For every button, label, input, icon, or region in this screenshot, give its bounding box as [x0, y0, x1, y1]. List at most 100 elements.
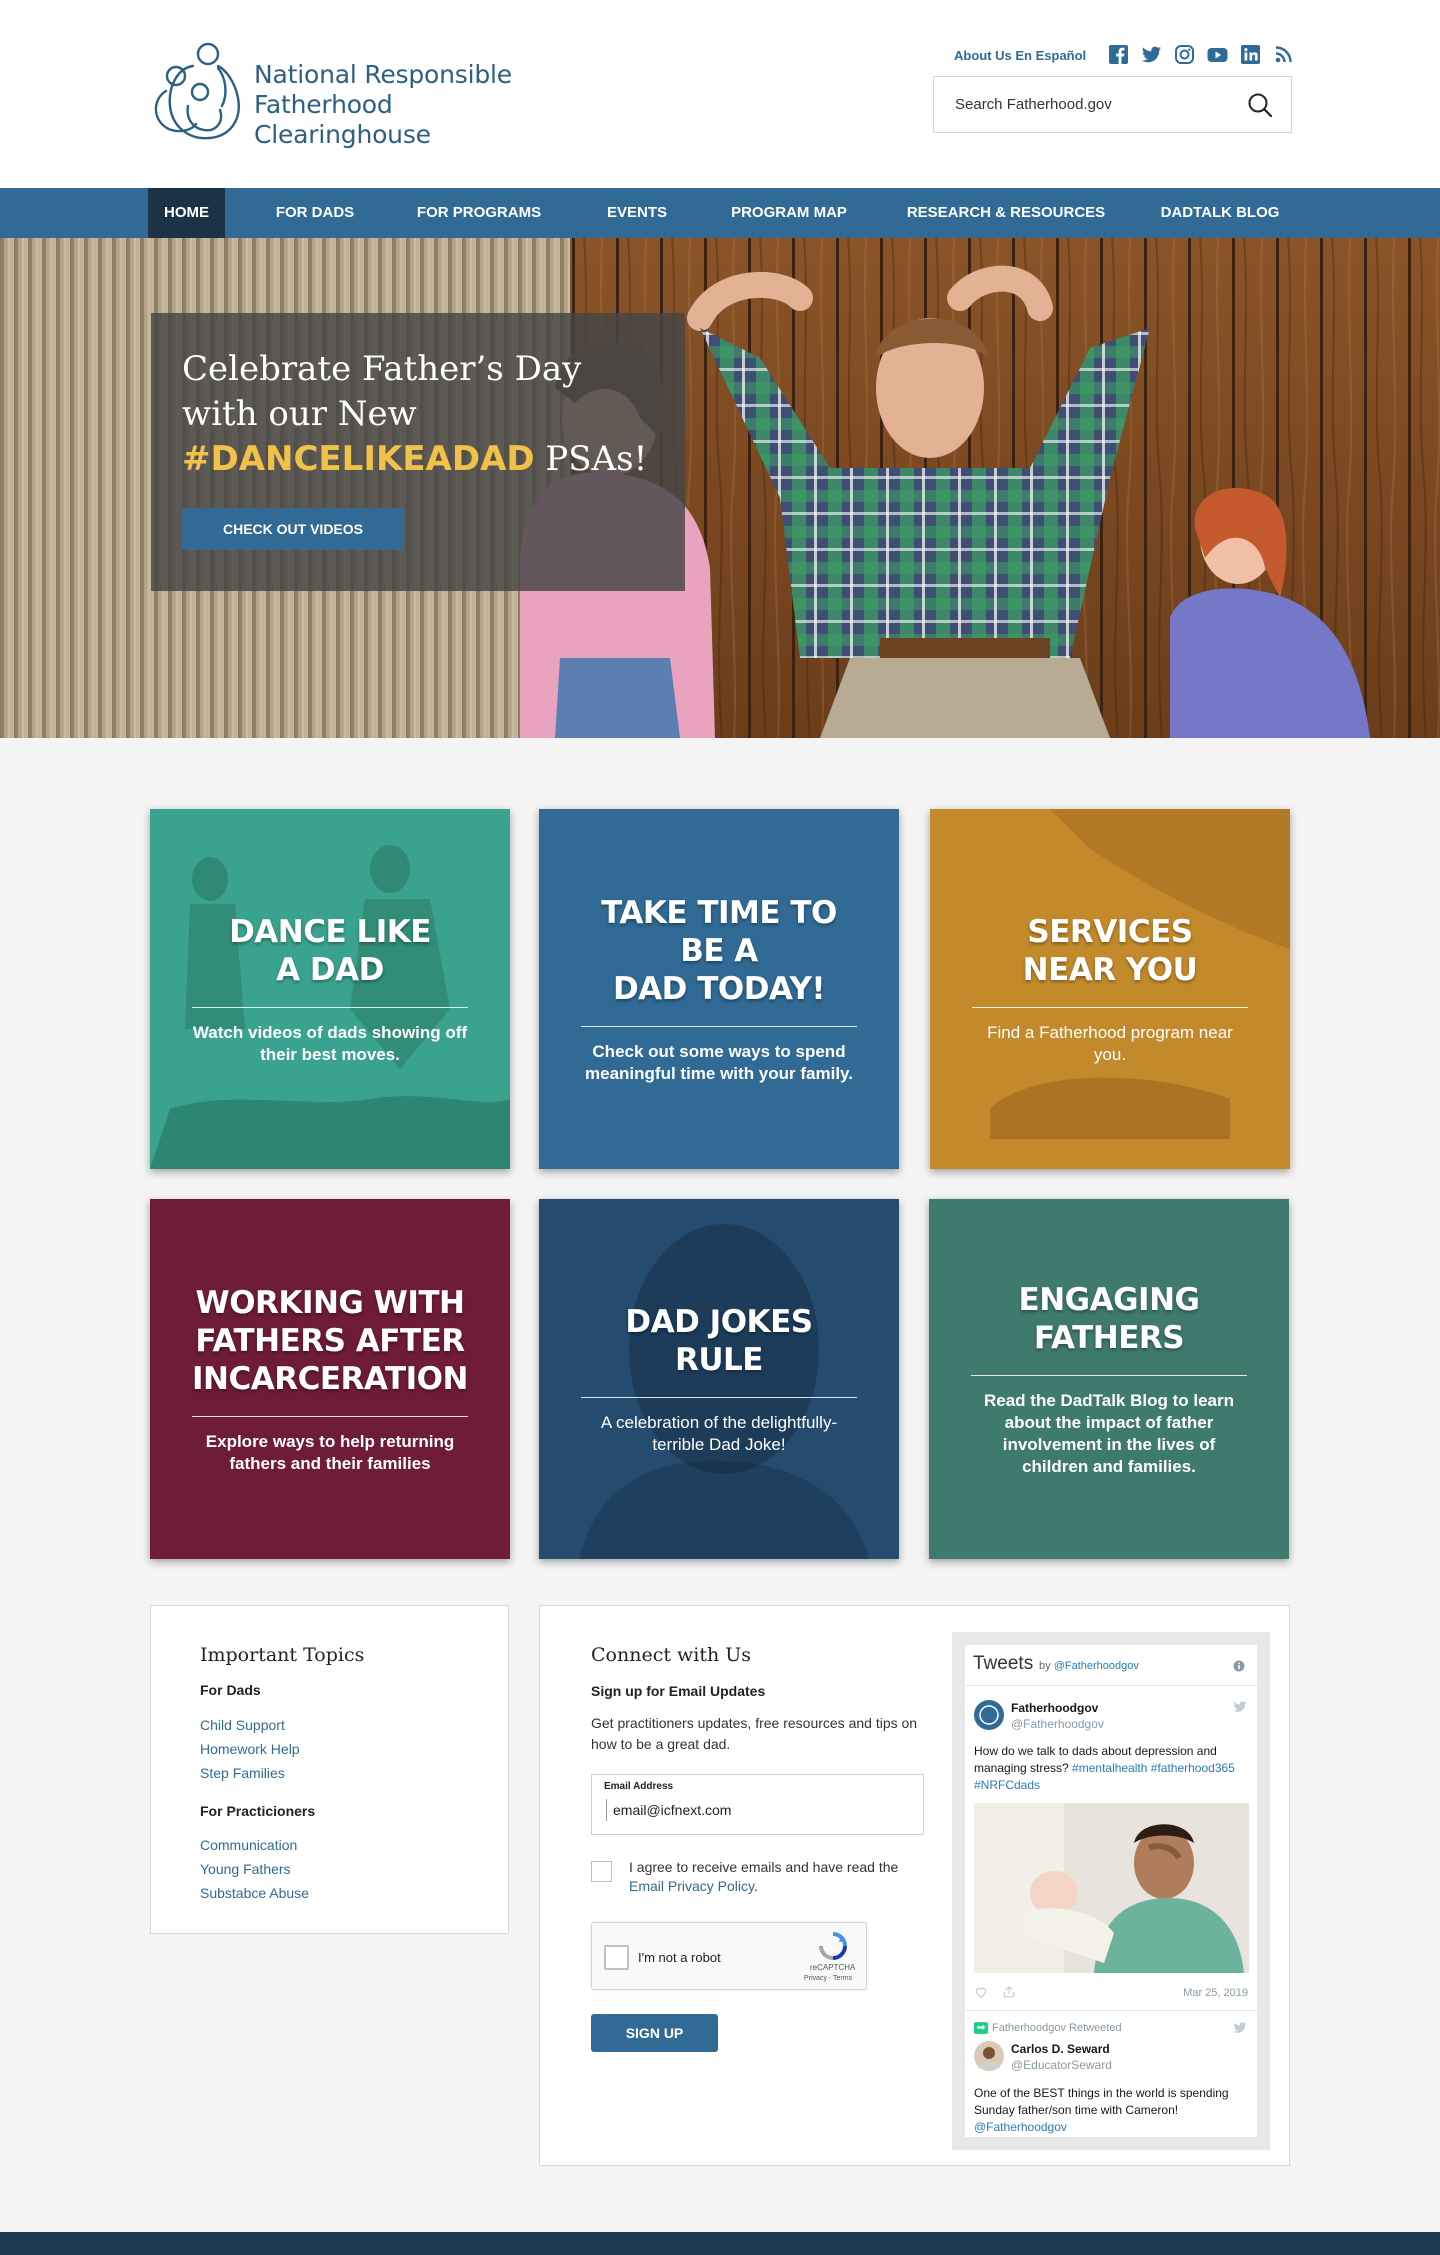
sign-up-button[interactable]: SIGN UP — [591, 2014, 718, 2052]
link-communication[interactable]: Communication — [200, 1833, 309, 1857]
nav-for-dads[interactable]: FOR DADS — [262, 188, 368, 238]
email-field-wrapper: Email Address — [591, 1774, 924, 1835]
tile-text: Explore ways to help returning fathers a… — [205, 1431, 455, 1473]
tile-divider — [192, 1006, 468, 1008]
agree-checkbox[interactable] — [591, 1861, 612, 1882]
privacy-policy-link[interactable]: Email Privacy Policy — [629, 1878, 754, 1894]
nav-home[interactable]: HOME — [148, 188, 225, 238]
tweets-header: Tweets — [973, 1653, 1034, 1674]
twitter-widget-frame: Tweets by @Fatherhoodgov Fatherhoodgov @… — [952, 1632, 1270, 2150]
email-label: Email Address — [604, 1781, 674, 1792]
nav-for-programs[interactable]: FOR PROGRAMS — [408, 188, 550, 238]
site-header: National Responsible Fatherhood Clearing… — [0, 0, 1440, 188]
link-homework-help[interactable]: Homework Help — [200, 1737, 300, 1761]
share-icon[interactable] — [1002, 1985, 1016, 1999]
twitter-bird-icon — [1233, 1701, 1247, 1712]
email-field[interactable] — [606, 1799, 906, 1821]
practicioners-links: Communication Young Fathers Substabce Ab… — [200, 1833, 309, 1905]
tile-title: DANCE LIKE A DAD — [229, 913, 431, 988]
tile-title: TAKE TIME TO BE A DAD TODAY! — [601, 894, 837, 1007]
tile-text: Find a Fatherhood program near you. — [987, 1022, 1233, 1064]
family-logo-icon — [154, 42, 240, 140]
link-step-families[interactable]: Step Families — [200, 1761, 300, 1785]
tile-take-time[interactable]: TAKE TIME TO BE A DAD TODAY! Check out so… — [539, 809, 899, 1169]
spanish-link[interactable]: About Us En Español — [954, 48, 1086, 63]
tweet2-text: One of the BEST things in the world is s… — [974, 2085, 1249, 2136]
tile-content: DANCE LIKE A DAD Watch videos of dads sho… — [150, 809, 510, 1169]
instagram-icon[interactable] — [1174, 44, 1195, 65]
rss-icon[interactable] — [1273, 44, 1294, 65]
tile-title: SERVICES NEAR YOU — [1022, 913, 1198, 988]
tile-content: TAKE TIME TO BE A DAD TODAY! Check out so… — [539, 809, 899, 1169]
tile-divider — [972, 1006, 1248, 1008]
tweet1-date[interactable]: Mar 25, 2019 — [1183, 1987, 1248, 1999]
connect-panel: Connect with Us Sign up for Email Update… — [539, 1605, 1290, 2166]
youtube-icon[interactable] — [1207, 44, 1228, 65]
tile-divider — [971, 1374, 1247, 1376]
tile-title: DAD JOKES RULE — [625, 1303, 813, 1378]
tile-text: Watch videos of dads showing off their b… — [192, 1022, 468, 1064]
tweet1-handle[interactable]: @Fatherhoodgov — [1011, 1717, 1104, 1731]
search-icon[interactable] — [1247, 92, 1273, 118]
tile-divider — [581, 1396, 857, 1398]
link-child-support[interactable]: Child Support — [200, 1713, 300, 1737]
hero-title-line-3: #DANCELIKEADAD PSAs! — [182, 437, 662, 482]
tile-content: ENGAGING FATHERS Read the DadTalk Blog to… — [929, 1199, 1289, 1559]
nav-program-map[interactable]: PROGRAM MAP — [720, 188, 858, 238]
logo-title: National Responsible Fatherhood Clearing… — [254, 60, 548, 150]
facebook-icon[interactable] — [1108, 44, 1129, 65]
link-young-fathers[interactable]: Young Fathers — [200, 1857, 309, 1881]
hero-title-line-2: with our New — [182, 394, 417, 434]
recaptcha-privacy-terms[interactable]: Privacy - Terms — [804, 1975, 852, 1982]
tweet2-handle[interactable]: @EducatorSeward — [1011, 2058, 1112, 2072]
recaptcha-checkbox[interactable] — [604, 1945, 629, 1970]
tile-services-near-you[interactable]: SERVICES NEAR YOU Find a Fatherhood progr… — [930, 809, 1290, 1169]
hero-callout: Celebrate Father’s Day with our New #DAN… — [151, 313, 685, 591]
tweet1-photo[interactable] — [974, 1803, 1249, 1973]
check-out-videos-button[interactable]: CHECK OUT VIDEOS — [182, 508, 404, 550]
tweet2-mention[interactable]: @Fatherhoodgov — [974, 2119, 1249, 2136]
topics-group-practicioners: For Practicioners — [200, 1803, 316, 1819]
tweet1-text: How do we talk to dads about depression … — [974, 1743, 1249, 1794]
site-logo[interactable]: National Responsible Fatherhood Clearing… — [148, 36, 548, 149]
linkedin-icon[interactable] — [1240, 44, 1261, 65]
tile-text: Check out some ways to spend meaningful … — [585, 1041, 853, 1083]
tile-text: A celebration of the delightfully-terrib… — [600, 1412, 838, 1454]
tweet1-author[interactable]: Fatherhoodgov — [1011, 1701, 1098, 1715]
tile-dad-jokes[interactable]: DAD JOKES RULE A celebration of the delig… — [539, 1199, 899, 1559]
tweets-handle-link[interactable]: @Fatherhoodgov — [1054, 1660, 1139, 1672]
tile-divider — [581, 1025, 857, 1027]
retweet-icon — [974, 2022, 988, 2034]
main-nav: HOME FOR DADS FOR PROGRAMS EVENTS PROGRA… — [0, 188, 1440, 238]
search-input[interactable] — [934, 77, 1234, 132]
recaptcha-logo-icon — [819, 1932, 847, 1960]
connect-title: Connect with Us — [591, 1644, 752, 1666]
tweet1-hashtag-nrfc[interactable]: #NRFCdads — [974, 1777, 1249, 1794]
tile-content: DAD JOKES RULE A celebration of the delig… — [539, 1199, 899, 1559]
social-links — [1108, 44, 1294, 65]
recaptcha-widget: I'm not a robot reCAPTCHA Privacy - Term… — [591, 1922, 867, 1990]
like-icon[interactable] — [974, 1985, 988, 1999]
tweet2-author[interactable]: Carlos D. Seward — [1011, 2042, 1110, 2056]
link-substance-abuse[interactable]: Substabce Abuse — [200, 1881, 309, 1905]
nav-events[interactable]: EVENTS — [592, 188, 682, 238]
search-box — [933, 76, 1292, 133]
info-icon[interactable] — [1233, 1660, 1245, 1672]
twitter-icon[interactable] — [1141, 44, 1162, 65]
tweets-by: by @Fatherhoodgov — [1039, 1660, 1139, 1672]
tile-engaging-fathers[interactable]: ENGAGING FATHERS Read the DadTalk Blog to… — [929, 1199, 1289, 1559]
dads-links: Child Support Homework Help Step Familie… — [200, 1713, 300, 1785]
tweet1-hashtags[interactable]: #mentalhealth #fatherhood365 — [1069, 1761, 1235, 1775]
tile-working-with-fathers[interactable]: WORKING WITH FATHERS AFTER INCARCERATION E… — [150, 1199, 510, 1559]
logo-line-2: Fatherhood Clearinghouse — [254, 90, 431, 149]
hero-hashtag: #DANCELIKEADAD — [182, 439, 535, 479]
hero-title: Celebrate Father’s Day with our New #DAN… — [182, 347, 662, 482]
nav-research-resources[interactable]: RESEARCH & RESOURCES — [898, 188, 1114, 238]
connect-subtitle: Sign up for Email Updates — [591, 1683, 766, 1699]
tile-divider — [192, 1415, 468, 1417]
twitter-timeline[interactable]: Tweets by @Fatherhoodgov Fatherhoodgov @… — [965, 1645, 1257, 2137]
connect-description: Get practitioners updates, free resource… — [591, 1715, 918, 1752]
recaptcha-brand: reCAPTCHA — [810, 1963, 856, 1972]
tile-dance-like-a-dad[interactable]: DANCE LIKE A DAD Watch videos of dads sho… — [150, 809, 510, 1169]
nav-dadtalk-blog[interactable]: DADTALK BLOG — [1152, 188, 1288, 238]
